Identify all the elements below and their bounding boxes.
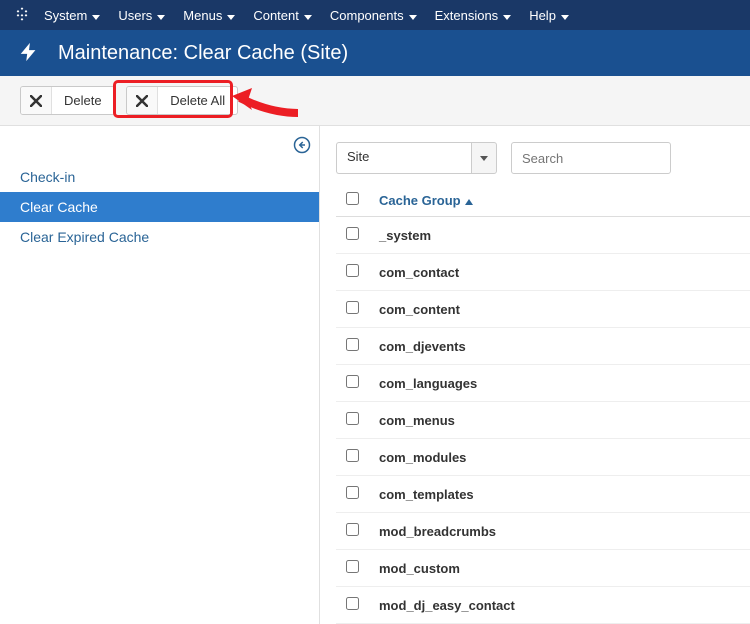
row-checkbox[interactable] (346, 301, 359, 314)
chevron-down-icon (409, 8, 417, 23)
delete-button[interactable]: Delete (20, 86, 115, 115)
client-select[interactable]: Site (336, 142, 497, 174)
page-title: Maintenance: Clear Cache (Site) (58, 42, 348, 65)
sidebar: Check-inClear CacheClear Expired Cache (0, 126, 320, 624)
row-checkbox-cell (336, 550, 369, 587)
row-checkbox-cell (336, 439, 369, 476)
row-checkbox-cell (336, 291, 369, 328)
table-row: _system (336, 217, 750, 254)
row-checkbox-cell (336, 402, 369, 439)
chevron-down-icon (304, 8, 312, 23)
nav-label: Users (118, 8, 152, 23)
table-row: mod_breadcrumbs (336, 513, 750, 550)
row-checkbox-cell (336, 513, 369, 550)
cache-group-cell: mod_custom (369, 550, 750, 587)
cache-table: Cache Group _systemcom_contactcom_conten… (336, 184, 750, 624)
nav-extensions[interactable]: Extensions (435, 0, 512, 30)
row-checkbox[interactable] (346, 375, 359, 388)
table-row: com_djevents (336, 328, 750, 365)
close-icon (21, 87, 52, 114)
joomla-logo-icon[interactable] (14, 6, 30, 25)
chevron-down-icon (503, 8, 511, 23)
search-input[interactable] (511, 142, 671, 174)
content-area: Check-inClear CacheClear Expired Cache S… (0, 126, 750, 624)
cache-group-cell: com_menus (369, 402, 750, 439)
table-row: com_content (336, 291, 750, 328)
table-row: com_menus (336, 402, 750, 439)
sidebar-item[interactable]: Check-in (0, 162, 319, 192)
row-checkbox[interactable] (346, 449, 359, 462)
cache-group-cell: _system (369, 217, 750, 254)
cache-group-cell: com_templates (369, 476, 750, 513)
nav-label: Help (529, 8, 556, 23)
row-checkbox[interactable] (346, 523, 359, 536)
column-header-label: Cache Group (379, 193, 461, 208)
page-header: Maintenance: Clear Cache (Site) (0, 30, 750, 76)
nav-label: System (44, 8, 87, 23)
row-checkbox-cell (336, 328, 369, 365)
cache-group-cell: com_modules (369, 439, 750, 476)
row-checkbox-cell (336, 476, 369, 513)
table-row: com_templates (336, 476, 750, 513)
nav-users[interactable]: Users (118, 0, 165, 30)
close-icon (127, 87, 158, 114)
select-all-checkbox[interactable] (346, 192, 359, 205)
select-value: Site (336, 142, 471, 174)
row-checkbox-cell (336, 217, 369, 254)
button-label: Delete (52, 87, 114, 114)
row-checkbox[interactable] (346, 486, 359, 499)
nav-label: Extensions (435, 8, 499, 23)
cache-group-cell: com_contact (369, 254, 750, 291)
cache-group-cell: mod_breadcrumbs (369, 513, 750, 550)
row-checkbox-cell (336, 365, 369, 402)
table-row: com_languages (336, 365, 750, 402)
row-checkbox[interactable] (346, 338, 359, 351)
admin-navbar: System Users Menus Content Components Ex… (0, 0, 750, 30)
nav-content[interactable]: Content (253, 0, 312, 30)
button-label: Delete All (158, 87, 237, 114)
cache-group-cell: mod_dj_easy_contact (369, 587, 750, 624)
table-row: mod_custom (336, 550, 750, 587)
main-panel: Site Cache Group (320, 126, 750, 624)
filter-bar: Site (336, 142, 750, 174)
row-checkbox[interactable] (346, 597, 359, 610)
lightning-icon (18, 41, 40, 66)
row-checkbox[interactable] (346, 227, 359, 240)
toolbar: Delete Delete All (0, 76, 750, 126)
chevron-down-icon (92, 8, 100, 23)
delete-all-button[interactable]: Delete All (126, 86, 238, 115)
nav-label: Components (330, 8, 404, 23)
nav-system[interactable]: System (44, 0, 100, 30)
sidebar-item[interactable]: Clear Expired Cache (0, 222, 319, 252)
nav-components[interactable]: Components (330, 0, 417, 30)
chevron-down-icon (471, 142, 497, 174)
table-row: com_contact (336, 254, 750, 291)
table-row: com_modules (336, 439, 750, 476)
nav-label: Menus (183, 8, 222, 23)
annotation-arrow-icon (230, 88, 300, 121)
sidebar-collapse-icon[interactable] (293, 136, 311, 157)
cache-group-cell: com_languages (369, 365, 750, 402)
row-checkbox[interactable] (346, 264, 359, 277)
row-checkbox[interactable] (346, 412, 359, 425)
cache-group-cell: com_content (369, 291, 750, 328)
chevron-down-icon (157, 8, 165, 23)
nav-label: Content (253, 8, 299, 23)
chevron-down-icon (561, 8, 569, 23)
cache-group-cell: com_djevents (369, 328, 750, 365)
sidebar-item[interactable]: Clear Cache (0, 192, 319, 222)
row-checkbox[interactable] (346, 560, 359, 573)
row-checkbox-cell (336, 587, 369, 624)
row-checkbox-cell (336, 254, 369, 291)
sort-asc-icon (465, 193, 473, 208)
nav-menus[interactable]: Menus (183, 0, 235, 30)
column-header-cache-group[interactable]: Cache Group (379, 193, 473, 208)
table-row: mod_dj_easy_contact (336, 587, 750, 624)
chevron-down-icon (227, 8, 235, 23)
nav-help[interactable]: Help (529, 0, 569, 30)
